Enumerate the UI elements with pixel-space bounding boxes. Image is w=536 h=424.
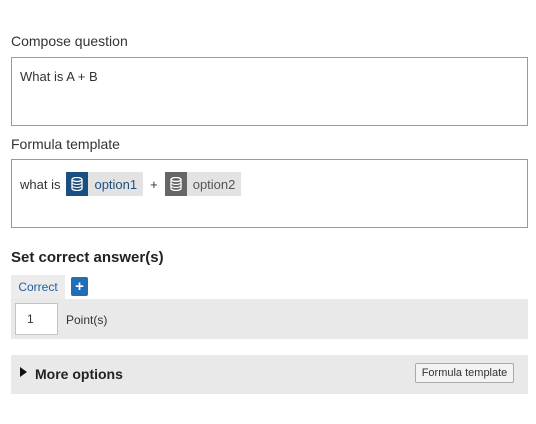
formula-operator: + [150, 176, 158, 192]
correct-answer-panel: 1 Point(s) [11, 299, 528, 339]
formula-prefix-text: what is [20, 176, 61, 192]
points-label: Point(s) [66, 313, 108, 327]
caret-right-icon [20, 367, 27, 377]
compose-question-field[interactable]: What is A + B [11, 57, 528, 126]
formula-template-button[interactable]: Formula template [415, 363, 514, 383]
add-answer-button[interactable]: + [71, 277, 88, 296]
compose-question-text: What is A + B [20, 69, 98, 84]
more-options-label: More options [35, 366, 123, 382]
option2-label: option2 [186, 172, 242, 196]
database-icon [66, 172, 89, 196]
formula-template-label: Formula template [11, 136, 120, 152]
option1-chip[interactable]: option1 [66, 172, 144, 196]
points-input[interactable]: 1 [15, 303, 58, 335]
option1-label: option1 [88, 172, 144, 196]
tab-correct[interactable]: Correct [11, 275, 65, 299]
option2-chip[interactable]: option2 [164, 172, 242, 196]
more-options-panel[interactable]: More options Formula template [11, 355, 528, 394]
set-correct-answers-title: Set correct answer(s) [11, 249, 164, 266]
compose-question-label: Compose question [11, 33, 128, 49]
formula-template-field[interactable]: what is option1 + option2 [11, 159, 528, 228]
database-icon [164, 172, 187, 196]
